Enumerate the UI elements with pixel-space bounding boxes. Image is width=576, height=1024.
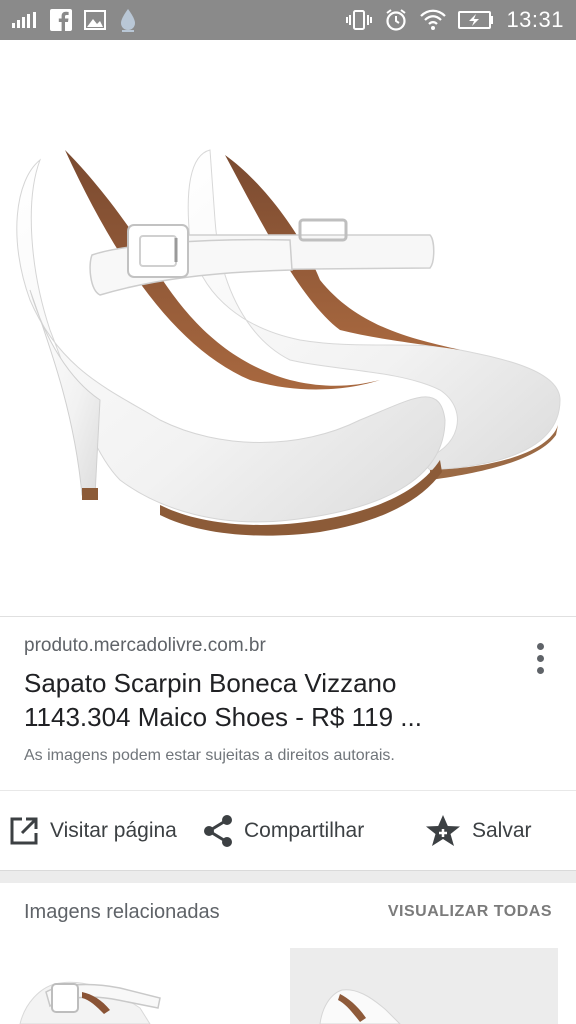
action-bar: Visitar página Compartilhar Salvar xyxy=(0,800,576,862)
result-title-line2: 1143.304 Maico Shoes - R$ 119 ... xyxy=(24,702,422,732)
status-right: 13:31 xyxy=(346,7,564,33)
image-icon xyxy=(84,10,106,30)
result-title[interactable]: Sapato Scarpin Boneca Vizzano 1143.304 M… xyxy=(24,666,524,734)
share-icon xyxy=(202,814,234,848)
related-images-title: Imagens relacionadas xyxy=(24,901,220,923)
status-left xyxy=(12,7,138,33)
visit-page-button[interactable]: Visitar página xyxy=(8,815,177,847)
related-image-thumbnail[interactable] xyxy=(0,948,270,1024)
result-title-line1: Sapato Scarpin Boneca Vizzano xyxy=(24,668,397,698)
share-button[interactable]: Compartilhar xyxy=(202,814,364,848)
visit-page-label: Visitar página xyxy=(50,819,177,842)
related-images-header: Imagens relacionadas VISUALIZAR TODAS xyxy=(0,893,576,933)
battery-icon xyxy=(458,11,494,29)
divider xyxy=(0,616,576,617)
vibrate-icon xyxy=(346,9,373,31)
copyright-notice: As imagens podem estar sujeitas a direit… xyxy=(24,747,395,764)
status-time: 13:31 xyxy=(506,7,564,32)
result-image[interactable] xyxy=(0,40,576,616)
more-options-icon[interactable] xyxy=(526,640,554,676)
view-all-button[interactable]: VISUALIZAR TODAS xyxy=(388,903,552,921)
drop-icon xyxy=(118,7,138,33)
result-source[interactable]: produto.mercadolivre.com.br xyxy=(24,632,524,660)
save-star-icon xyxy=(424,813,462,849)
white-heel-thumbnail-image xyxy=(290,948,558,1024)
signal-icon xyxy=(12,12,38,28)
white-platform-heels-image xyxy=(16,149,561,536)
save-label: Salvar xyxy=(472,819,532,842)
alarm-icon xyxy=(384,8,408,32)
open-external-icon xyxy=(8,815,40,847)
result-info: produto.mercadolivre.com.br Sapato Scarp… xyxy=(24,632,524,768)
white-heel-thumbnail-image xyxy=(19,981,161,1024)
section-separator xyxy=(0,870,576,883)
share-label: Compartilhar xyxy=(244,819,365,842)
wifi-icon xyxy=(420,9,447,31)
related-image-thumbnail[interactable] xyxy=(290,948,558,1024)
status-bar: 13:31 xyxy=(0,0,576,40)
divider xyxy=(0,790,576,791)
save-button[interactable]: Salvar xyxy=(424,813,532,849)
facebook-icon xyxy=(50,9,72,31)
